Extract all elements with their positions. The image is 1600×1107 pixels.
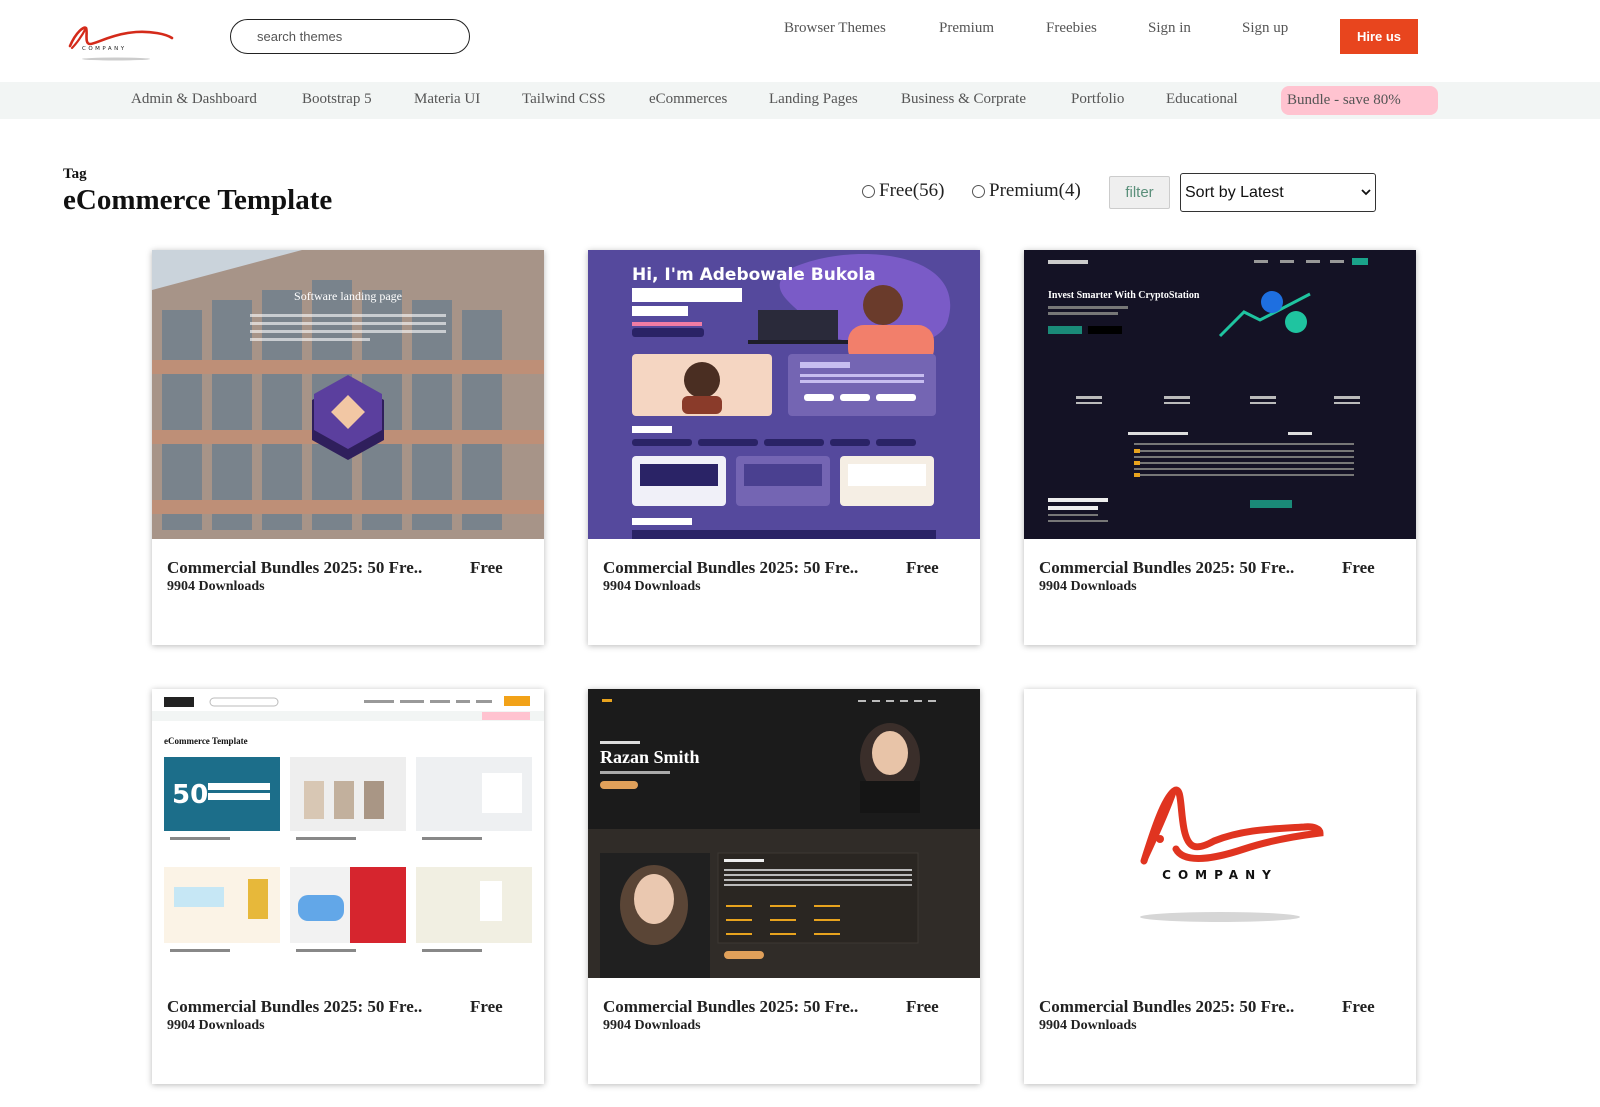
theme-thumbnail[interactable]: Razan Smith [588, 689, 980, 978]
site-header: COMPANY Browser Themes Premium Freebies … [0, 0, 1600, 82]
theme-card[interactable]: Invest Smarter With CryptoStation Commer… [1024, 250, 1416, 645]
card-downloads: 9904 Downloads [603, 579, 701, 594]
nav-freebies[interactable]: Freebies [1046, 20, 1097, 37]
card-downloads: 9904 Downloads [167, 1018, 265, 1033]
premium-radio-label: Premium(4) [989, 180, 1081, 201]
theme-card[interactable]: eCommerce Template 50 Commercial Bundles… [152, 689, 544, 1084]
premium-radio[interactable]: Premium(4) [972, 180, 1081, 202]
card-title[interactable]: Commercial Bundles 2025: 50 Fre.. [603, 558, 858, 578]
category-landing-pages[interactable]: Landing Pages [769, 91, 858, 108]
theme-card[interactable]: Hi, I'm Adebowale Bukola Commercial Bund… [588, 250, 980, 645]
sort-select-value: Sort by Latest [1185, 183, 1284, 201]
theme-thumbnail[interactable]: Hi, I'm Adebowale Bukola [588, 250, 980, 539]
chevron-down-icon [1361, 189, 1371, 196]
card-price: Free [1342, 997, 1375, 1016]
card-downloads: 9904 Downloads [1039, 579, 1137, 594]
thumb-caption: Razan Smith [600, 747, 700, 767]
radio-circle-icon[interactable] [972, 184, 985, 198]
thumb-caption: COMPANY [1162, 868, 1278, 882]
category-portfolio[interactable]: Portfolio [1071, 91, 1124, 108]
thumb-caption: eCommerce Template [164, 736, 248, 746]
thumb-caption: Invest Smarter With CryptoStation [1048, 290, 1200, 301]
card-title[interactable]: Commercial Bundles 2025: 50 Fre.. [603, 997, 858, 1017]
card-downloads: 9904 Downloads [603, 1018, 701, 1033]
card-price: Free [906, 997, 939, 1016]
category-educational[interactable]: Educational [1166, 91, 1238, 108]
card-price: Free [1342, 558, 1375, 577]
bundle-badge[interactable]: Bundle - save 80% [1281, 86, 1438, 115]
theme-thumbnail[interactable]: Invest Smarter With CryptoStation [1024, 250, 1416, 539]
theme-thumbnail[interactable]: COMPANY [1024, 689, 1416, 978]
radio-circle-icon[interactable] [862, 184, 875, 198]
card-title[interactable]: Commercial Bundles 2025: 50 Fre.. [1039, 558, 1294, 578]
nav-premium[interactable]: Premium [939, 20, 994, 37]
company-logo[interactable]: COMPANY [66, 22, 176, 64]
card-title[interactable]: Commercial Bundles 2025: 50 Fre.. [167, 997, 422, 1017]
theme-thumbnail[interactable]: Software landing page [152, 250, 544, 539]
category-bootstrap-5[interactable]: Bootstrap 5 [302, 91, 372, 108]
theme-card[interactable]: COMPANY Commercial Bundles 2025: 50 Fre.… [1024, 689, 1416, 1084]
category-business-corporate[interactable]: Business & Corprate [901, 91, 1026, 108]
card-title[interactable]: Commercial Bundles 2025: 50 Fre.. [1039, 997, 1294, 1017]
category-materia-ui[interactable]: Materia UI [414, 91, 480, 108]
sort-select[interactable]: Sort by Latest [1180, 173, 1376, 212]
thumb-caption: Hi, I'm Adebowale Bukola [632, 265, 876, 285]
tag-label: Tag [63, 166, 87, 182]
card-downloads: 9904 Downloads [167, 579, 265, 594]
theme-thumbnail[interactable]: eCommerce Template 50 [152, 689, 544, 978]
card-price: Free [906, 558, 939, 577]
card-title[interactable]: Commercial Bundles 2025: 50 Fre.. [167, 558, 422, 578]
card-price: Free [470, 558, 503, 577]
category-ecommerces[interactable]: eCommerces [649, 91, 727, 108]
page-title: eCommerce Template [63, 184, 333, 216]
card-downloads: 9904 Downloads [1039, 1018, 1137, 1033]
free-radio[interactable]: Free(56) [862, 180, 944, 202]
category-admin-dashboard[interactable]: Admin & Dashboard [131, 91, 257, 108]
nav-browser-themes[interactable]: Browser Themes [784, 20, 886, 37]
free-radio-label: Free(56) [879, 180, 945, 201]
category-tailwind-css[interactable]: Tailwind CSS [522, 91, 606, 108]
thumb-number: 50 [172, 780, 208, 810]
card-price: Free [470, 997, 503, 1016]
logo-text: COMPANY [82, 46, 127, 52]
theme-card[interactable]: Razan Smith Commercial Bundles 2025: 50 … [588, 689, 980, 1084]
filter-button[interactable]: filter [1109, 176, 1170, 209]
nav-sign-up[interactable]: Sign up [1242, 20, 1288, 37]
search-input[interactable] [230, 19, 470, 54]
thumb-caption: Software landing page [294, 289, 402, 303]
hire-us-button[interactable]: Hire us [1340, 19, 1418, 54]
category-bar: Admin & Dashboard Bootstrap 5 Materia UI… [0, 82, 1600, 119]
nav-sign-in[interactable]: Sign in [1148, 20, 1191, 37]
theme-card[interactable]: Software landing page Commercial Bundles… [152, 250, 544, 645]
